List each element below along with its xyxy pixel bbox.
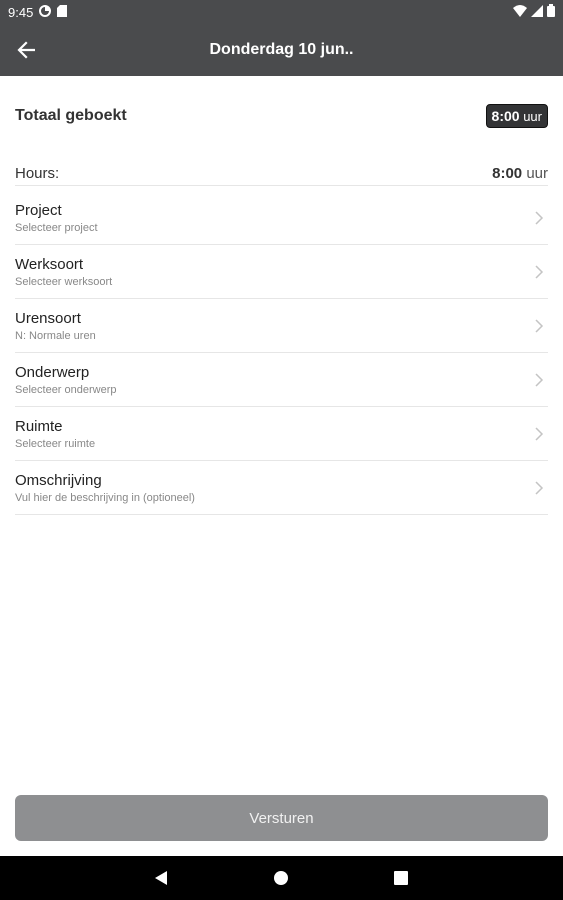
back-button[interactable] — [12, 36, 40, 64]
sd-card-icon — [57, 4, 68, 20]
form-item-onderwerp[interactable]: Onderwerp Selecteer onderwerp — [15, 353, 548, 407]
square-recents-icon — [394, 871, 408, 885]
circle-home-icon — [274, 871, 288, 885]
form-item-ruimte[interactable]: Ruimte Selecteer ruimte — [15, 407, 548, 461]
total-booked-value: 8:00 — [491, 108, 520, 124]
form-item-value: N: Normale uren — [15, 329, 96, 342]
chevron-right-icon — [535, 210, 544, 225]
form-item-placeholder: Selecteer onderwerp — [15, 383, 117, 396]
system-nav-bar — [0, 856, 563, 900]
form-item-placeholder: Selecteer ruimte — [15, 437, 96, 450]
form-item-project[interactable]: Project Selecteer project — [15, 191, 548, 245]
arrow-left-icon — [17, 41, 35, 59]
hours-unit: uur — [526, 165, 548, 182]
chevron-right-icon — [535, 372, 544, 387]
send-button[interactable]: Versturen — [15, 795, 548, 841]
total-booked-unit: uur — [523, 109, 542, 124]
form-item-label: Onderwerp — [15, 363, 90, 381]
chevron-right-icon — [535, 318, 544, 333]
status-time: 9:45 — [8, 4, 34, 20]
triangle-back-icon — [155, 871, 167, 885]
hours-value: 8:00 — [492, 165, 523, 182]
chevron-right-icon — [535, 264, 544, 279]
hours-label: Hours: — [15, 165, 60, 182]
form-item-label: Project — [15, 201, 62, 219]
hours-value-group[interactable]: 8:00 uur — [492, 165, 548, 182]
nav-back-button[interactable] — [152, 869, 170, 887]
total-booked-badge: 8:00 uur — [485, 104, 548, 128]
chevron-right-icon — [535, 426, 544, 441]
form-item-label: Urensoort — [15, 309, 81, 327]
chevron-right-icon — [535, 480, 544, 495]
data-saver-icon — [39, 4, 52, 20]
form-item-placeholder: Vul hier de beschrijving in (optioneel) — [15, 491, 195, 504]
status-bar: 9:45 — [0, 0, 563, 24]
form-item-urensoort[interactable]: Urensoort N: Normale uren — [15, 299, 548, 353]
form-item-placeholder: Selecteer project — [15, 221, 98, 234]
form-item-placeholder: Selecteer werksoort — [15, 275, 113, 288]
app-bar: Donderdag 10 jun.. — [0, 24, 563, 76]
form-item-omschrijving[interactable]: Omschrijving Vul hier de beschrijving in… — [15, 461, 548, 515]
form-item-werksoort[interactable]: Werksoort Selecteer werksoort — [15, 245, 548, 299]
nav-recents-button[interactable] — [392, 869, 410, 887]
signal-icon — [531, 4, 543, 20]
total-booked-label: Totaal geboekt — [15, 107, 127, 124]
form-item-label: Werksoort — [15, 255, 84, 273]
page-title: Donderdag 10 jun.. — [209, 41, 354, 58]
form-item-label: Ruimte — [15, 417, 63, 435]
battery-icon — [547, 4, 555, 20]
total-booked-row: Totaal geboekt 8:00 uur — [15, 104, 548, 128]
form-item-label: Omschrijving — [15, 471, 102, 489]
hours-row: Hours: 8:00 uur — [15, 162, 548, 186]
nav-home-button[interactable] — [272, 869, 290, 887]
booking-form-list: Project Selecteer project Werksoort Sele… — [15, 191, 548, 515]
wifi-icon — [513, 4, 527, 20]
